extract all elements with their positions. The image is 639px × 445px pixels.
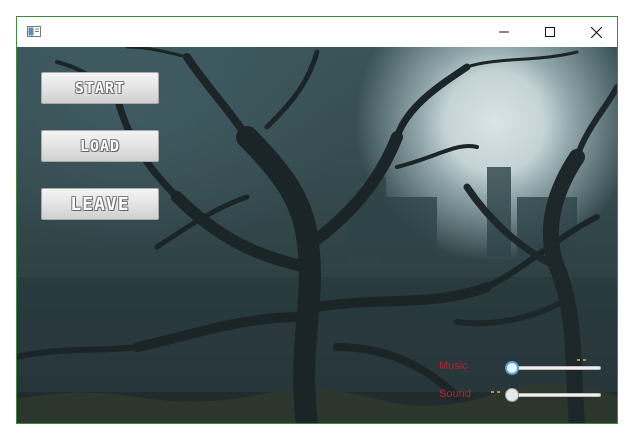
load-button[interactable]: LOAD bbox=[41, 130, 159, 162]
music-slider-track[interactable] bbox=[509, 366, 601, 370]
minimize-icon bbox=[499, 31, 509, 33]
sound-volume-slider[interactable] bbox=[505, 388, 601, 402]
music-volume-label: Music bbox=[439, 360, 468, 372]
maximize-button[interactable] bbox=[527, 17, 573, 47]
music-volume-slider[interactable] bbox=[505, 361, 601, 375]
minimize-button[interactable] bbox=[481, 17, 527, 47]
game-window: START LOAD LEAVE Music Sound bbox=[16, 16, 618, 424]
close-button[interactable] bbox=[573, 17, 619, 47]
start-button[interactable]: START bbox=[41, 72, 159, 104]
maximize-icon bbox=[545, 27, 555, 37]
sound-volume-label: Sound bbox=[439, 388, 471, 400]
sound-slider-track[interactable] bbox=[509, 393, 601, 397]
music-slider-thumb[interactable] bbox=[505, 361, 519, 375]
background-scene: START LOAD LEAVE Music Sound bbox=[17, 47, 617, 423]
leave-button[interactable]: LEAVE bbox=[41, 188, 159, 220]
close-icon bbox=[590, 26, 602, 38]
app-window-icon bbox=[27, 26, 41, 37]
title-bar[interactable] bbox=[17, 17, 617, 47]
sound-slider-thumb[interactable] bbox=[505, 388, 519, 402]
